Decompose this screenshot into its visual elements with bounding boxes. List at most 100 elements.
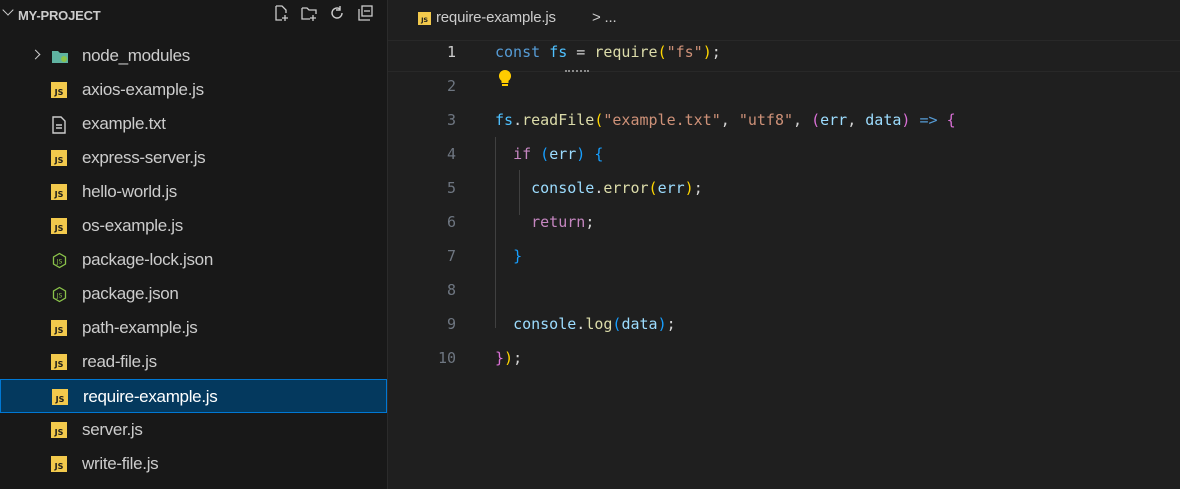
tree-item[interactable]: example.txt bbox=[0, 107, 387, 141]
tree-item-label: path-example.js bbox=[82, 318, 198, 337]
code-token: } bbox=[495, 349, 505, 367]
code-token: readFile bbox=[522, 111, 595, 129]
tree-item[interactable]: JS os-example.js bbox=[0, 209, 387, 243]
code-token: ; bbox=[585, 213, 595, 231]
code-line[interactable]: }); bbox=[495, 349, 522, 367]
line-number: 9 bbox=[446, 315, 456, 333]
tree-item[interactable]: JS hello-world.js bbox=[0, 175, 387, 209]
code-line[interactable]: return; bbox=[495, 213, 594, 231]
code-token: , bbox=[720, 111, 739, 129]
code-token: err bbox=[820, 111, 848, 129]
code-token: ; bbox=[666, 315, 676, 333]
code-token: ; bbox=[711, 43, 721, 61]
code-token: "example.txt" bbox=[603, 111, 721, 129]
tree-item[interactable]: JS require-example.js bbox=[0, 379, 387, 413]
tree-item[interactable]: JS package.json bbox=[0, 277, 387, 311]
js-file-icon: JS bbox=[418, 12, 431, 25]
code-token: err bbox=[549, 145, 577, 163]
line-number: 6 bbox=[446, 213, 456, 231]
code-token: fs bbox=[549, 43, 568, 61]
code-line[interactable]: fs.readFile("example.txt", "utf8", (err,… bbox=[495, 111, 956, 129]
tree-item-label: server.js bbox=[82, 420, 143, 439]
js-file-icon: JS bbox=[51, 150, 67, 166]
js-file-icon: JS bbox=[51, 320, 67, 336]
line-number: 10 bbox=[437, 349, 456, 367]
tree-item[interactable]: JS package-lock.json bbox=[0, 243, 387, 277]
new-folder-icon[interactable] bbox=[300, 4, 318, 22]
code-token: . bbox=[513, 111, 523, 129]
line-number: 2 bbox=[446, 77, 456, 95]
code-token: data bbox=[865, 111, 902, 129]
code-line[interactable]: if (err) { bbox=[495, 145, 603, 163]
code-token: err bbox=[657, 179, 685, 197]
line-number: 8 bbox=[446, 281, 456, 299]
code-editor[interactable]: JS require-example.js > ... 1 const fs = … bbox=[388, 0, 1180, 489]
code-token: error bbox=[603, 179, 649, 197]
tree-item[interactable]: JS write-file.js bbox=[0, 447, 387, 481]
collapse-all-icon[interactable] bbox=[356, 4, 374, 22]
code-token: log bbox=[585, 315, 613, 333]
explorer-sidebar: MY-PROJECT node_modulesJSaxios-example bbox=[0, 0, 388, 489]
code-token: require bbox=[594, 43, 658, 61]
code-token: ( bbox=[657, 43, 667, 61]
tree-item-label: hello-world.js bbox=[82, 182, 178, 201]
code-line[interactable]: const fs = require("fs"); bbox=[495, 43, 721, 61]
explorer-actions bbox=[272, 4, 374, 22]
tree-item-label: example.txt bbox=[82, 114, 166, 133]
tree-item-label: express-server.js bbox=[82, 148, 206, 167]
lightbulb-icon[interactable] bbox=[498, 69, 512, 87]
tree-item[interactable]: JS path-example.js bbox=[0, 311, 387, 345]
code-token: , bbox=[847, 111, 866, 129]
breadcrumb-more[interactable]: > ... bbox=[592, 9, 617, 26]
code-token: => bbox=[919, 111, 938, 129]
code-line[interactable]: console.log(data); bbox=[495, 315, 676, 333]
js-file-icon: JS bbox=[51, 184, 67, 200]
breadcrumb-file[interactable]: require-example.js bbox=[436, 9, 556, 26]
line-number: 5 bbox=[446, 179, 456, 197]
new-file-icon[interactable] bbox=[272, 4, 290, 22]
tree-item[interactable]: JS axios-example.js bbox=[0, 73, 387, 107]
code-token: ; bbox=[693, 179, 703, 197]
code-token: console bbox=[513, 315, 577, 333]
code-token: ( bbox=[811, 111, 821, 129]
explorer-header[interactable]: MY-PROJECT bbox=[0, 0, 387, 30]
code-line[interactable]: console.error(err); bbox=[495, 179, 703, 197]
code-token: const bbox=[495, 43, 541, 61]
line-number: 4 bbox=[446, 145, 456, 163]
tree-item-label: require-example.js bbox=[83, 387, 218, 406]
line-number: 3 bbox=[446, 111, 456, 129]
refresh-icon[interactable] bbox=[328, 4, 346, 22]
line-number: 7 bbox=[446, 247, 456, 265]
js-file-icon: JS bbox=[51, 218, 67, 234]
tree-item[interactable]: JS express-server.js bbox=[0, 141, 387, 175]
tree-item[interactable]: node_modules bbox=[0, 39, 387, 73]
code-token: ( bbox=[648, 179, 658, 197]
tree-item[interactable]: JS read-file.js bbox=[0, 345, 387, 379]
js-file-icon: JS bbox=[52, 389, 68, 405]
tree-item[interactable]: JS server.js bbox=[0, 413, 387, 447]
chevron-right-icon[interactable] bbox=[30, 49, 41, 60]
svg-text:JS: JS bbox=[56, 293, 63, 300]
code-token: ; bbox=[513, 349, 523, 367]
indent-guide bbox=[495, 137, 496, 328]
js-file-icon: JS bbox=[51, 82, 67, 98]
code-token: { bbox=[946, 111, 956, 129]
code-token: "fs" bbox=[666, 43, 703, 61]
code-line[interactable]: } bbox=[495, 247, 522, 265]
hint-squiggle bbox=[565, 70, 589, 75]
code-token: ( bbox=[540, 145, 550, 163]
code-token: ) bbox=[576, 145, 586, 163]
code-token: ) bbox=[702, 43, 712, 61]
tree-item-label: package-lock.json bbox=[82, 250, 213, 269]
chevron-down-icon[interactable] bbox=[2, 4, 14, 16]
code-token: "utf8" bbox=[738, 111, 794, 129]
